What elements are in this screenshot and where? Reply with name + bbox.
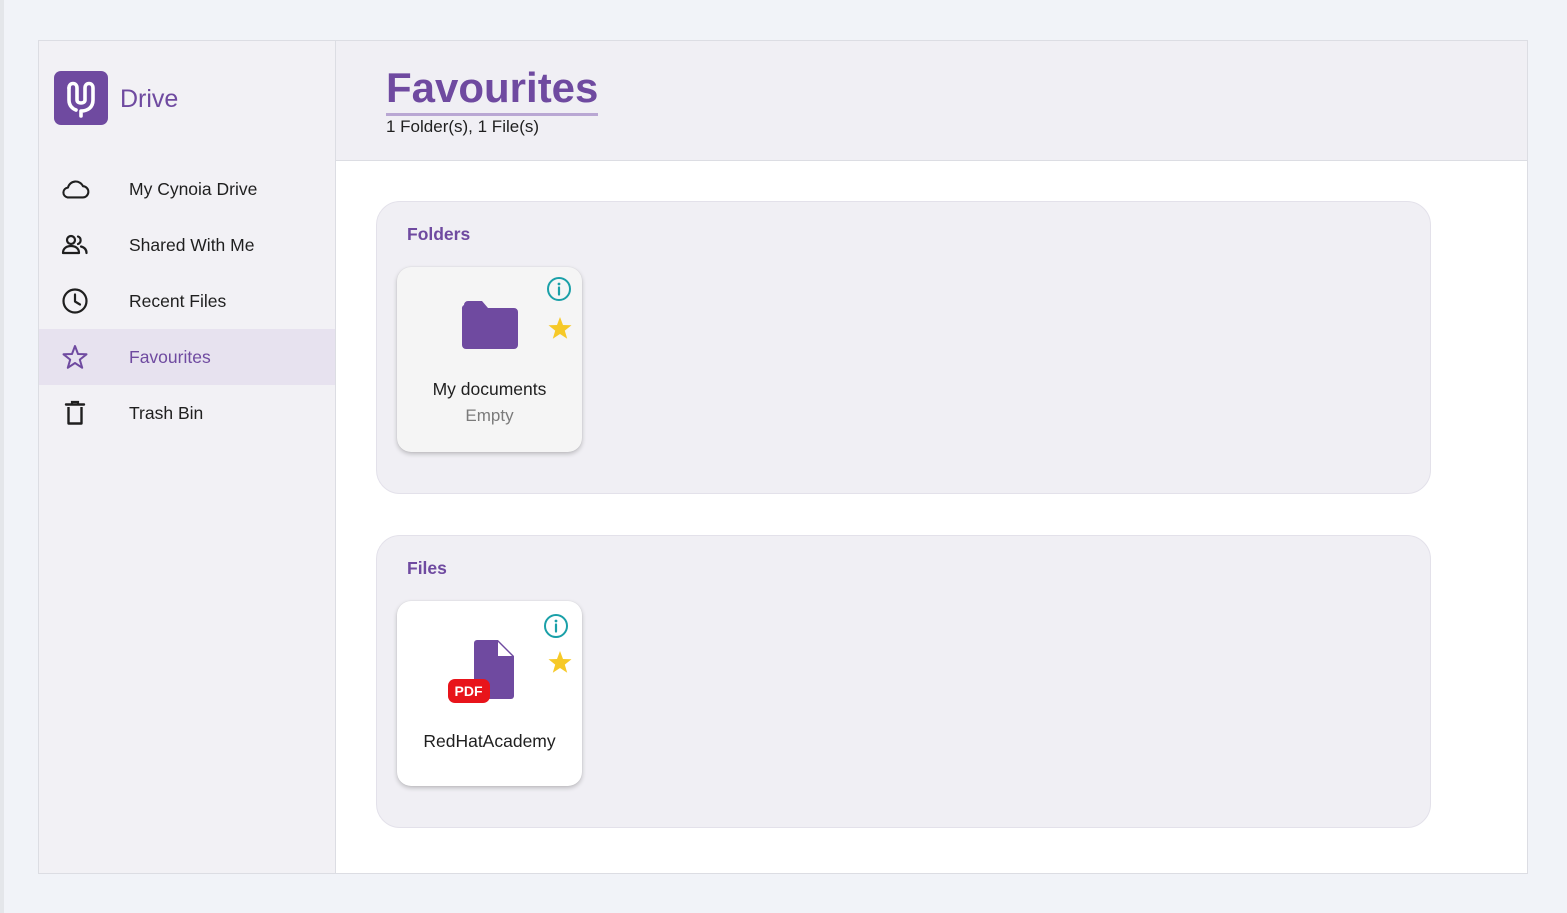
- trash-icon: [60, 398, 90, 428]
- sidebar-item-my-cynoia-drive[interactable]: My Cynoia Drive: [39, 161, 335, 217]
- star-outline-icon: [60, 342, 90, 372]
- file-name: RedHatAcademy: [423, 731, 556, 751]
- clock-icon: [60, 286, 90, 316]
- file-icon: PDF: [447, 639, 522, 709]
- folders-section: Folders My documents Empty: [376, 201, 1431, 494]
- window-edge: [0, 0, 4, 913]
- sidebar-item-favourites[interactable]: Favourites: [39, 329, 335, 385]
- main-content: Favourites 1 Folder(s), 1 File(s) Folder…: [336, 41, 1527, 873]
- star-filled-icon[interactable]: [547, 649, 573, 675]
- info-icon[interactable]: [543, 613, 569, 639]
- file-card[interactable]: PDF RedHatAcademy: [397, 601, 582, 786]
- page-header: Favourites 1 Folder(s), 1 File(s): [336, 41, 1527, 161]
- folder-icon: [458, 299, 522, 355]
- folder-meta: Empty: [465, 406, 514, 425]
- brand-name: Drive: [120, 84, 179, 113]
- star-filled-icon[interactable]: [547, 315, 573, 341]
- sidebar-nav: My Cynoia Drive Shared With Me Recent Fi…: [39, 161, 335, 441]
- info-icon[interactable]: [546, 276, 572, 302]
- sidebar-item-label: Recent Files: [129, 290, 227, 311]
- people-icon: [60, 230, 90, 260]
- folder-name: My documents: [432, 379, 547, 399]
- section-title: Files: [407, 558, 447, 578]
- page-title: Favourites: [386, 63, 599, 116]
- sidebar-item-trash-bin[interactable]: Trash Bin: [39, 385, 335, 441]
- sidebar-item-label: Shared With Me: [129, 234, 255, 255]
- page-subtitle: 1 Folder(s), 1 File(s): [386, 117, 540, 136]
- folder-card[interactable]: My documents Empty: [397, 267, 582, 452]
- sidebar: Drive My Cynoia Drive Shared With Me Rec…: [39, 41, 336, 873]
- sidebar-item-recent-files[interactable]: Recent Files: [39, 273, 335, 329]
- sidebar-item-label: Favourites: [129, 346, 211, 367]
- sidebar-item-shared-with-me[interactable]: Shared With Me: [39, 217, 335, 273]
- files-section: Files PDF RedHatAcademy: [376, 535, 1431, 828]
- pdf-badge: PDF: [447, 679, 490, 703]
- sidebar-item-label: Trash Bin: [129, 402, 204, 423]
- drive-app: Drive My Cynoia Drive Shared With Me Rec…: [38, 40, 1528, 874]
- cloud-icon: [60, 174, 90, 204]
- sidebar-item-label: My Cynoia Drive: [129, 178, 258, 199]
- cynoia-logo-icon: [54, 71, 108, 125]
- brand[interactable]: Drive: [54, 71, 178, 125]
- section-title: Folders: [407, 224, 471, 244]
